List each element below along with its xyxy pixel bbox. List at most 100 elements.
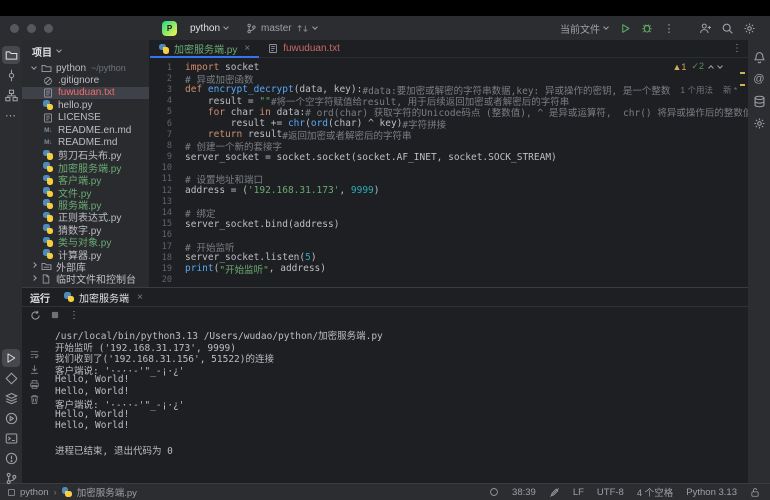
code-editor[interactable]: ▲1 ✓2 1import socket2# 异或加密函数3def encryp… [150, 58, 748, 287]
breadcrumb-file[interactable]: 加密服务端.py [77, 485, 137, 499]
run-icon[interactable] [2, 349, 20, 367]
code-line: 19print("开始监听", address) [150, 263, 748, 274]
version-control-icon[interactable] [2, 469, 20, 487]
python-file-icon [42, 211, 54, 222]
git-branch-icon [246, 23, 257, 34]
code-line: 8# 创建一个新的套接字 [150, 140, 748, 151]
encoding-indicator[interactable]: UTF-8 [597, 487, 624, 498]
packages-icon[interactable] [2, 369, 20, 387]
problems-icon[interactable] [2, 449, 20, 467]
code-line: 14# 绑定 [150, 207, 748, 218]
rerun-icon[interactable] [30, 310, 41, 321]
line-number: 8 [150, 141, 172, 151]
ai-assistant-icon[interactable]: @ [750, 70, 768, 88]
code-line: 17# 开始监听 [150, 241, 748, 252]
structure-icon[interactable] [2, 86, 20, 104]
settings-button[interactable] [738, 18, 760, 38]
tree-chevron-icon[interactable] [31, 263, 37, 269]
project-icon[interactable] [2, 46, 20, 64]
markdown-file-icon: M↓ [42, 125, 54, 136]
console-line: 客户端说: '·‐··‐'"_‐¡·¿' [55, 397, 748, 409]
python-file-icon [42, 174, 54, 185]
line-number: 2 [150, 74, 172, 84]
clear-all-icon[interactable] [27, 394, 41, 405]
close-run-tab-icon[interactable]: × [137, 292, 143, 303]
console-line: 我们收到了('192.168.31.156', 51522)的连接 [55, 351, 748, 363]
tree-item[interactable]: fuwuduan.txt [22, 87, 149, 99]
lock-icon[interactable] [750, 487, 760, 498]
more-options-icon[interactable]: ⋮ [69, 310, 79, 321]
run-console[interactable]: /usr/local/bin/python3.13 /Users/wudao/p… [46, 323, 748, 483]
project-icon [8, 489, 15, 496]
line-number: 17 [150, 242, 172, 252]
python-file-icon [42, 187, 54, 198]
code-with-me-button[interactable] [694, 18, 716, 38]
project-panel-title: 项目 [32, 44, 52, 59]
sync-status-icon[interactable] [489, 487, 499, 497]
line-number: 1 [150, 63, 172, 73]
close-tab-icon[interactable]: × [244, 43, 250, 54]
more-icon[interactable]: ⋯ [2, 106, 20, 124]
right-tool-stripe: @ [748, 40, 770, 483]
readonly-toggle-icon[interactable] [549, 487, 560, 498]
run-configuration-selector[interactable]: 当前文件 [554, 19, 614, 38]
plugins-icon[interactable] [750, 114, 768, 132]
line-ending-indicator[interactable]: LF [573, 487, 584, 498]
database-icon[interactable] [750, 92, 768, 110]
soft-wrap-icon[interactable] [27, 349, 41, 360]
editor-area: 加密服务端.py × fuwuduan.txt ⋮ ▲1 [150, 40, 748, 287]
tree-item[interactable]: .gitignore [22, 74, 149, 86]
zoom-window-button[interactable] [44, 24, 53, 33]
line-number: 18 [150, 253, 172, 263]
branch-selector[interactable]: master [240, 21, 323, 36]
cursor-position[interactable]: 38:39 [512, 487, 536, 498]
tab-fuwuduan[interactable]: fuwuduan.txt [259, 40, 349, 57]
tree-item[interactable]: 临时文件和控制台 [22, 273, 149, 285]
markdown-file-icon: M↓ [42, 137, 54, 148]
close-window-button[interactable] [10, 24, 19, 33]
run-button[interactable] [614, 18, 636, 38]
branch-update-arrows-icon [296, 24, 309, 33]
scratch-file-icon [40, 273, 52, 284]
ignore-file-icon [42, 75, 54, 86]
breadcrumb-project[interactable]: python [20, 487, 49, 498]
more-actions-button[interactable]: ⋮ [658, 18, 680, 38]
python-file-icon [42, 249, 54, 260]
scroll-to-end-icon[interactable] [27, 364, 41, 375]
tree-chevron-icon[interactable] [31, 275, 37, 281]
interpreter-indicator[interactable]: Python 3.13 [686, 487, 737, 498]
stop-icon[interactable] [50, 310, 60, 320]
print-icon[interactable] [27, 379, 41, 390]
line-number: 5 [150, 107, 172, 117]
services-icon[interactable] [2, 409, 20, 427]
tree-item[interactable]: hello.py [22, 99, 149, 111]
python-console-icon[interactable] [2, 389, 20, 407]
notifications-icon[interactable] [750, 48, 768, 66]
inspections-widget[interactable]: ▲1 ✓2 [673, 61, 723, 72]
python-file-icon [42, 224, 54, 235]
python-file-icon [159, 44, 169, 54]
search-everywhere-button[interactable] [716, 18, 738, 38]
breadcrumb: python › 加密服务端.py [8, 485, 137, 499]
code-line: 16 [150, 230, 748, 241]
terminal-icon[interactable] [2, 429, 20, 447]
line-number: 3 [150, 85, 172, 95]
project-selector[interactable]: python [184, 21, 234, 36]
tree-chevron-icon[interactable] [31, 64, 37, 70]
commit-icon[interactable] [2, 66, 20, 84]
tree-item[interactable]: python~/python [22, 62, 149, 74]
prev-problem-icon[interactable] [708, 65, 714, 71]
code-line: 15server_socket.bind(address) [150, 219, 748, 230]
run-tab[interactable]: 加密服务端 × [64, 290, 143, 305]
indent-indicator[interactable]: 4 个空格 [637, 485, 673, 499]
tab-options-icon[interactable]: ⋮ [732, 43, 742, 54]
python-file-icon [42, 162, 54, 173]
debug-button[interactable] [636, 18, 658, 38]
minimize-window-button[interactable] [27, 24, 36, 33]
tree-item[interactable]: M↓README.en.md [22, 124, 149, 136]
next-problem-icon[interactable] [717, 63, 723, 69]
console-line: Hello, World! [55, 386, 748, 398]
chevron-down-icon[interactable] [56, 47, 62, 53]
tree-item[interactable]: LICENSE [22, 112, 149, 124]
tab-encrypted-server[interactable]: 加密服务端.py × [150, 40, 259, 57]
